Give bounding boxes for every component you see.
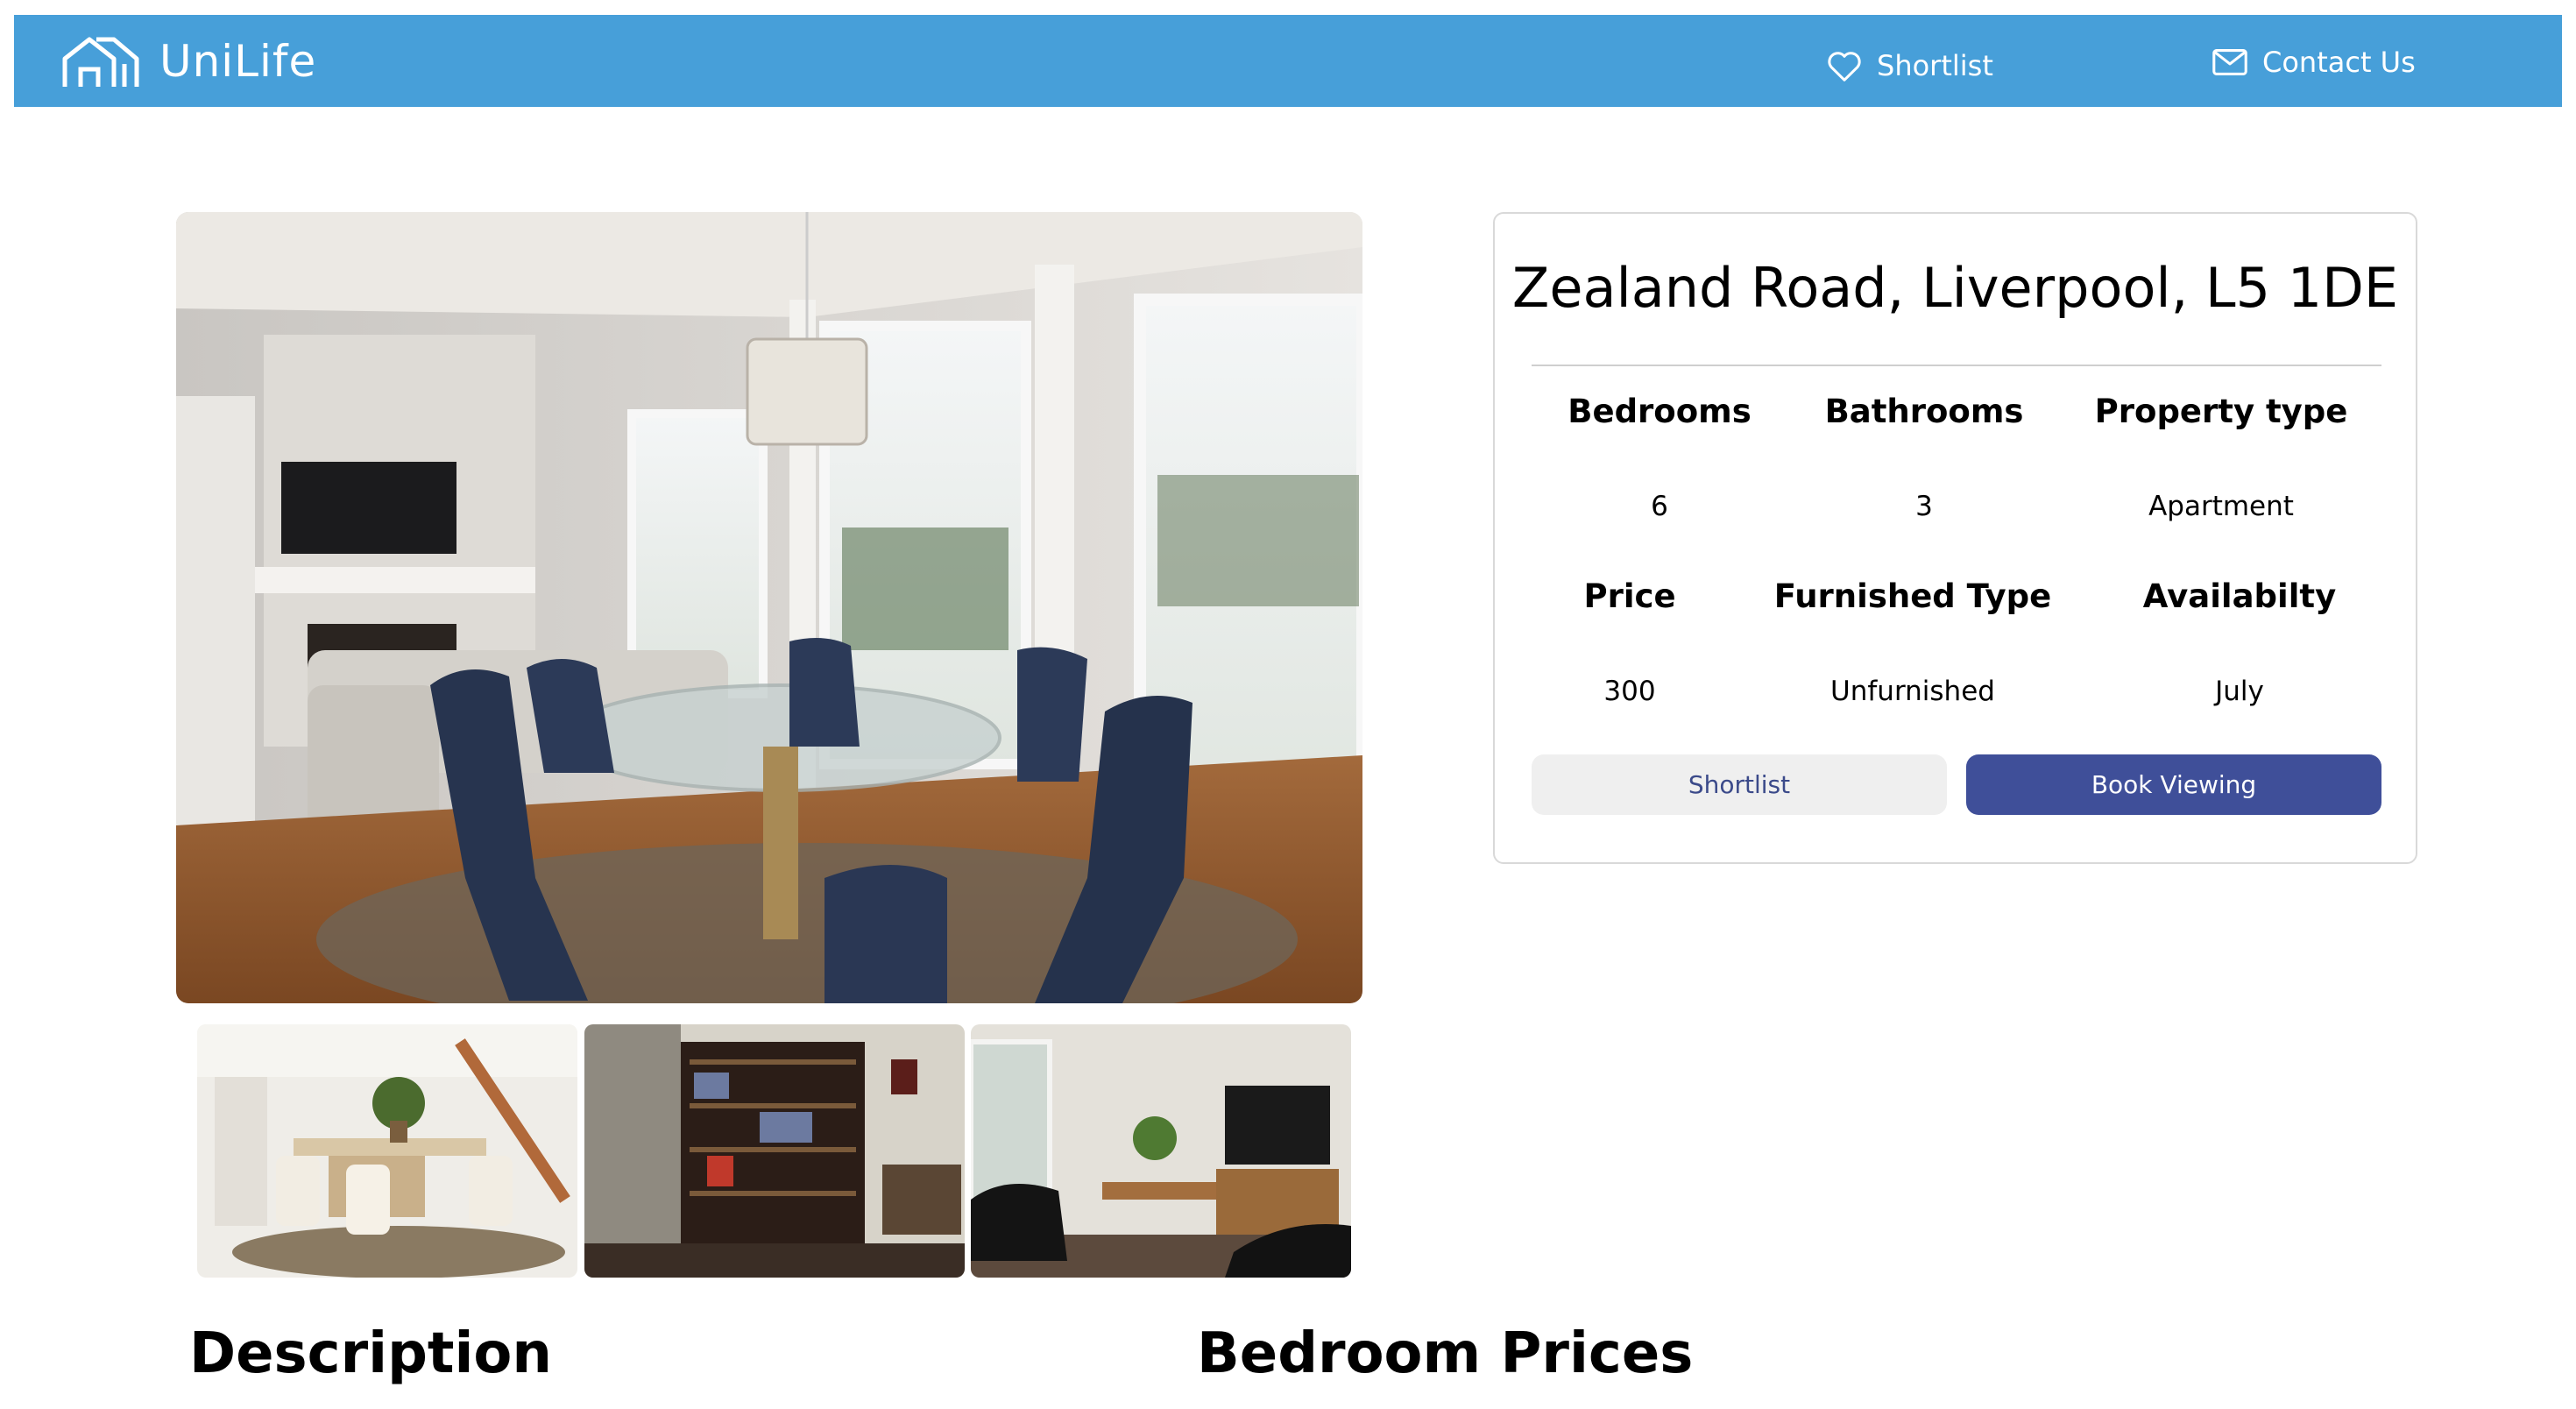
nav-contact-link[interactable]: Contact Us <box>2210 40 2416 84</box>
thumbnail-photo-1[interactable] <box>197 1024 577 1278</box>
nav-shortlist-label: Shortlist <box>1877 49 1993 82</box>
property-details-card: Zealand Road, Liverpool, L5 1DE Bedrooms… <box>1493 212 2417 864</box>
card-divider <box>1532 365 2381 366</box>
heart-icon <box>1828 52 1861 81</box>
spec-label-bedrooms: Bedrooms <box>1568 393 1752 430</box>
book-viewing-button[interactable]: Book Viewing <box>1966 754 2381 815</box>
spec-value-property-type: Apartment <box>2148 491 2294 522</box>
description-heading: Description <box>189 1321 552 1386</box>
spec-value-furnished-type: Unfurnished <box>1830 676 1995 707</box>
spec-value-availability: July <box>2215 676 2264 707</box>
brand-name: UniLife <box>159 36 317 87</box>
main-property-photo[interactable] <box>176 212 1362 1003</box>
spec-value-bedrooms: 6 <box>1651 491 1668 522</box>
spec-label-property-type: Property type <box>2094 393 2348 430</box>
house-logo-icon <box>62 37 139 87</box>
brand-logo[interactable]: UniLife <box>60 31 316 92</box>
top-navbar: UniLife Shortlist Contact Us <box>14 15 2562 107</box>
spec-value-price: 300 <box>1603 676 1656 707</box>
spec-label-furnished-type: Furnished Type <box>1773 577 2052 615</box>
spec-label-price: Price <box>1583 577 1676 615</box>
thumbnail-photo-3[interactable] <box>971 1024 1351 1278</box>
spec-label-bathrooms: Bathrooms <box>1824 393 2024 430</box>
spec-value-bathrooms: 3 <box>1915 491 1933 522</box>
thumbnail-photo-2[interactable] <box>584 1024 965 1278</box>
property-address: Zealand Road, Liverpool, L5 1DE <box>1511 256 2399 320</box>
bedroom-prices-heading: Bedroom Prices <box>1197 1321 1694 1386</box>
nav-shortlist-link[interactable]: Shortlist <box>1824 44 1993 88</box>
envelope-icon <box>2212 49 2247 75</box>
shortlist-button[interactable]: Shortlist <box>1532 754 1947 815</box>
nav-contact-label: Contact Us <box>2262 46 2416 79</box>
spec-label-availability: Availabilty <box>2142 577 2337 615</box>
